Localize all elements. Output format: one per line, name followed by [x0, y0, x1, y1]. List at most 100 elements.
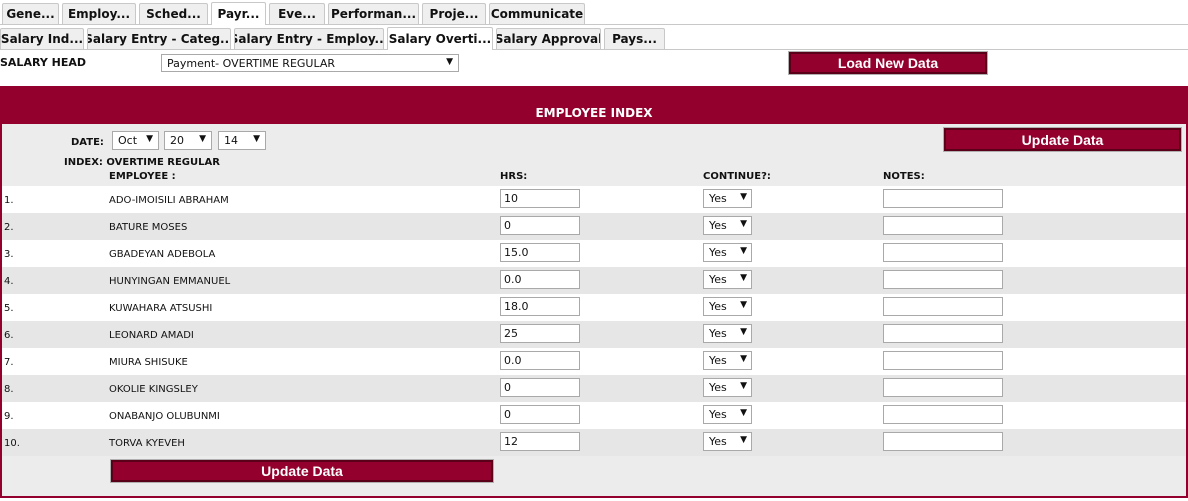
salary-head-select[interactable]: Payment- OVERTIME REGULAR ▼ — [161, 54, 459, 72]
table-row: 9. ONABANJO OLUBUNMI 0 Yes ▼ — [2, 402, 1186, 429]
row-number: 4. — [4, 276, 14, 287]
continue-value: Yes — [709, 192, 727, 205]
chevron-down-icon: ▼ — [740, 327, 747, 337]
table-row: 5. KUWAHARA ATSUSHI 18.0 Yes ▼ — [2, 294, 1186, 321]
tab-salary-overtime[interactable]: Salary Overti... — [387, 27, 493, 50]
load-new-data-button[interactable]: Load New Data — [788, 51, 988, 75]
hrs-input[interactable]: 0.0 — [500, 270, 580, 289]
notes-input[interactable] — [883, 351, 1003, 370]
notes-input[interactable] — [883, 243, 1003, 262]
chevron-down-icon: ▼ — [740, 192, 747, 202]
tab-salary-approval[interactable]: Salary Approval — [496, 28, 601, 49]
notes-input[interactable] — [883, 405, 1003, 424]
salary-head-label: SALARY HEAD — [0, 56, 86, 69]
employee-name: TORVA KYEVEH — [109, 438, 185, 449]
notes-input[interactable] — [883, 270, 1003, 289]
row-number: 3. — [4, 249, 14, 260]
chevron-down-icon: ▼ — [740, 300, 747, 310]
tab-payslip[interactable]: Pays... — [604, 28, 665, 49]
chevron-down-icon: ▼ — [146, 134, 153, 144]
date-day-value: 20 — [170, 134, 184, 147]
employee-name: MIURA SHISUKE — [109, 357, 188, 368]
tab-salary-entry-category[interactable]: Salary Entry - Categ... — [87, 28, 231, 49]
date-day-select[interactable]: 20 ▼ — [164, 131, 212, 150]
table-row: 6. LEONARD AMADI 25 Yes ▼ — [2, 321, 1186, 348]
continue-value: Yes — [709, 327, 727, 340]
chevron-down-icon: ▼ — [740, 219, 747, 229]
table-row: 4. HUNYINGAN EMMANUEL 0.0 Yes ▼ — [2, 267, 1186, 294]
hrs-input[interactable]: 0 — [500, 405, 580, 424]
update-data-button-bottom[interactable]: Update Data — [110, 459, 494, 483]
continue-value: Yes — [709, 381, 727, 394]
continue-select[interactable]: Yes ▼ — [703, 270, 752, 289]
continue-value: Yes — [709, 408, 727, 421]
tab-communicate[interactable]: Communicate — [489, 3, 585, 24]
tab-general[interactable]: Gene... — [2, 3, 59, 24]
tab-salary-index[interactable]: Salary Ind... — [0, 28, 84, 49]
col-employee-header: EMPLOYEE : — [109, 171, 176, 182]
employee-name: LEONARD AMADI — [109, 330, 194, 341]
tab-performance[interactable]: Performan... — [328, 3, 419, 24]
continue-select[interactable]: Yes ▼ — [703, 432, 752, 451]
continue-select[interactable]: Yes ▼ — [703, 297, 752, 316]
panel-title: EMPLOYEE INDEX — [535, 106, 653, 120]
chevron-down-icon: ▼ — [199, 134, 206, 144]
salary-head-value: Payment- OVERTIME REGULAR — [167, 56, 336, 70]
employee-name: KUWAHARA ATSUSHI — [109, 303, 213, 314]
chevron-down-icon: ▼ — [740, 435, 747, 445]
tab-payroll[interactable]: Payr... — [211, 2, 266, 25]
hrs-input[interactable]: 0 — [500, 216, 580, 235]
hrs-input[interactable]: 0 — [500, 378, 580, 397]
continue-value: Yes — [709, 300, 727, 313]
tab-employees[interactable]: Employ... — [62, 3, 136, 24]
row-number: 9. — [4, 411, 14, 422]
continue-select[interactable]: Yes ▼ — [703, 351, 752, 370]
chevron-down-icon: ▼ — [253, 134, 260, 144]
notes-input[interactable] — [883, 216, 1003, 235]
date-year-select[interactable]: 14 ▼ — [218, 131, 266, 150]
row-number: 8. — [4, 384, 14, 395]
col-hrs-header: HRS: — [500, 171, 528, 182]
notes-input[interactable] — [883, 189, 1003, 208]
notes-input[interactable] — [883, 432, 1003, 451]
table-row: 1. ADO-IMOISILI ABRAHAM 10 Yes ▼ — [2, 186, 1186, 213]
tab-salary-entry-employee[interactable]: Salary Entry - Employ... — [234, 28, 384, 49]
hrs-input[interactable]: 18.0 — [500, 297, 580, 316]
chevron-down-icon: ▼ — [740, 273, 747, 283]
sub-tab-bar: Salary Ind... Salary Entry - Categ... Sa… — [0, 27, 1188, 50]
date-month-value: Oct — [118, 134, 138, 147]
row-number: 2. — [4, 222, 14, 233]
hrs-input[interactable]: 15.0 — [500, 243, 580, 262]
tab-schedule[interactable]: Sched... — [139, 3, 208, 24]
row-number: 5. — [4, 303, 14, 314]
continue-select[interactable]: Yes ▼ — [703, 216, 752, 235]
continue-value: Yes — [709, 354, 727, 367]
employee-name: OKOLIE KINGSLEY — [109, 384, 198, 395]
continue-select[interactable]: Yes ▼ — [703, 405, 752, 424]
panel-body: DATE: Oct ▼ 20 ▼ 14 ▼ Update Data INDEX:… — [2, 124, 1186, 496]
notes-input[interactable] — [883, 324, 1003, 343]
continue-select[interactable]: Yes ▼ — [703, 378, 752, 397]
chevron-down-icon: ▼ — [740, 381, 747, 391]
date-label: DATE: — [71, 137, 104, 148]
hrs-input[interactable]: 0.0 — [500, 351, 580, 370]
hrs-input[interactable]: 10 — [500, 189, 580, 208]
notes-input[interactable] — [883, 297, 1003, 316]
continue-select[interactable]: Yes ▼ — [703, 324, 752, 343]
hrs-input[interactable]: 25 — [500, 324, 580, 343]
continue-value: Yes — [709, 219, 727, 232]
row-number: 6. — [4, 330, 14, 341]
table-row: 2. BATURE MOSES 0 Yes ▼ — [2, 213, 1186, 240]
notes-input[interactable] — [883, 378, 1003, 397]
tab-events[interactable]: Eve... — [269, 3, 325, 24]
continue-value: Yes — [709, 435, 727, 448]
continue-select[interactable]: Yes ▼ — [703, 189, 752, 208]
tab-projects[interactable]: Proje... — [422, 3, 486, 24]
row-number: 7. — [4, 357, 14, 368]
update-data-button-top[interactable]: Update Data — [943, 127, 1182, 152]
hrs-input[interactable]: 12 — [500, 432, 580, 451]
date-month-select[interactable]: Oct ▼ — [112, 131, 159, 150]
chevron-down-icon: ▼ — [446, 57, 453, 67]
continue-select[interactable]: Yes ▼ — [703, 243, 752, 262]
employee-index-panel: EMPLOYEE INDEX DATE: Oct ▼ 20 ▼ 14 ▼ Upd… — [0, 86, 1188, 498]
